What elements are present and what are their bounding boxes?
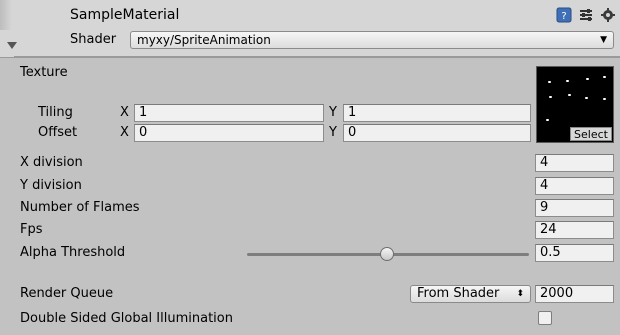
- shader-label: Shader: [70, 32, 117, 47]
- alpha-slider-thumb[interactable]: [380, 247, 394, 261]
- sprite-dot: [549, 96, 552, 98]
- dsgi-checkbox[interactable]: [538, 311, 552, 325]
- flames-label: Number of Flames: [20, 200, 140, 215]
- alpha-threshold-label: Alpha Threshold: [20, 245, 126, 260]
- offset-label: Offset: [38, 125, 78, 140]
- texture-select-button[interactable]: Select: [570, 127, 612, 141]
- sprite-dot: [586, 78, 589, 80]
- offset-y-label: Y: [329, 125, 337, 140]
- fps-field[interactable]: 24: [535, 221, 614, 239]
- sprite-dot: [566, 80, 569, 82]
- svg-text:?: ?: [561, 11, 566, 22]
- y-division-label: Y division: [20, 178, 82, 193]
- texture-preview[interactable]: Select: [536, 66, 614, 143]
- tiling-y-field[interactable]: 1: [343, 104, 531, 122]
- up-down-arrows-icon: ⬍: [516, 289, 524, 299]
- sprite-dot: [548, 81, 551, 83]
- tiling-x-label: X: [120, 105, 129, 120]
- texture-label: Texture: [20, 65, 68, 80]
- sprite-dot: [603, 98, 606, 100]
- y-division-field[interactable]: 4: [535, 177, 614, 195]
- render-queue-field[interactable]: 2000: [535, 285, 614, 303]
- shader-dropdown-value: myxy/SpriteAnimation: [137, 33, 271, 47]
- material-header: SampleMaterial ? Shader myxy/SpriteAnima…: [0, 0, 620, 58]
- chevron-down-icon: ▼: [600, 35, 607, 45]
- sprite-dot: [585, 97, 588, 99]
- x-division-field[interactable]: 4: [535, 154, 614, 172]
- offset-y-field[interactable]: 0: [343, 124, 531, 142]
- gear-icon[interactable]: [600, 7, 616, 23]
- foldout-arrow-icon[interactable]: [6, 39, 18, 51]
- sprite-dot: [603, 76, 606, 78]
- alpha-threshold-field[interactable]: 0.5: [535, 244, 614, 262]
- dsgi-label: Double Sided Global Illumination: [20, 311, 233, 326]
- render-queue-label: Render Queue: [20, 286, 114, 301]
- material-name: SampleMaterial: [70, 7, 180, 23]
- render-queue-option: From Shader: [417, 286, 500, 301]
- sprite-dot: [568, 94, 571, 96]
- tiling-label: Tiling: [38, 105, 73, 120]
- header-divider: [14, 56, 620, 57]
- offset-x-field[interactable]: 0: [134, 124, 324, 142]
- render-queue-dropdown[interactable]: From Shader ⬍: [410, 285, 531, 303]
- tiling-x-field[interactable]: 1: [134, 104, 324, 122]
- offset-x-label: X: [120, 125, 129, 140]
- shader-dropdown[interactable]: myxy/SpriteAnimation ▼: [130, 31, 614, 49]
- tiling-y-label: Y: [329, 105, 337, 120]
- book-help-icon[interactable]: ?: [556, 7, 572, 23]
- x-division-label: X division: [20, 155, 83, 170]
- sprite-dot: [546, 119, 549, 121]
- flames-field[interactable]: 9: [535, 199, 614, 217]
- preset-sliders-icon[interactable]: [578, 7, 594, 23]
- material-sphere-icon: [0, 0, 12, 30]
- fps-label: Fps: [20, 222, 43, 237]
